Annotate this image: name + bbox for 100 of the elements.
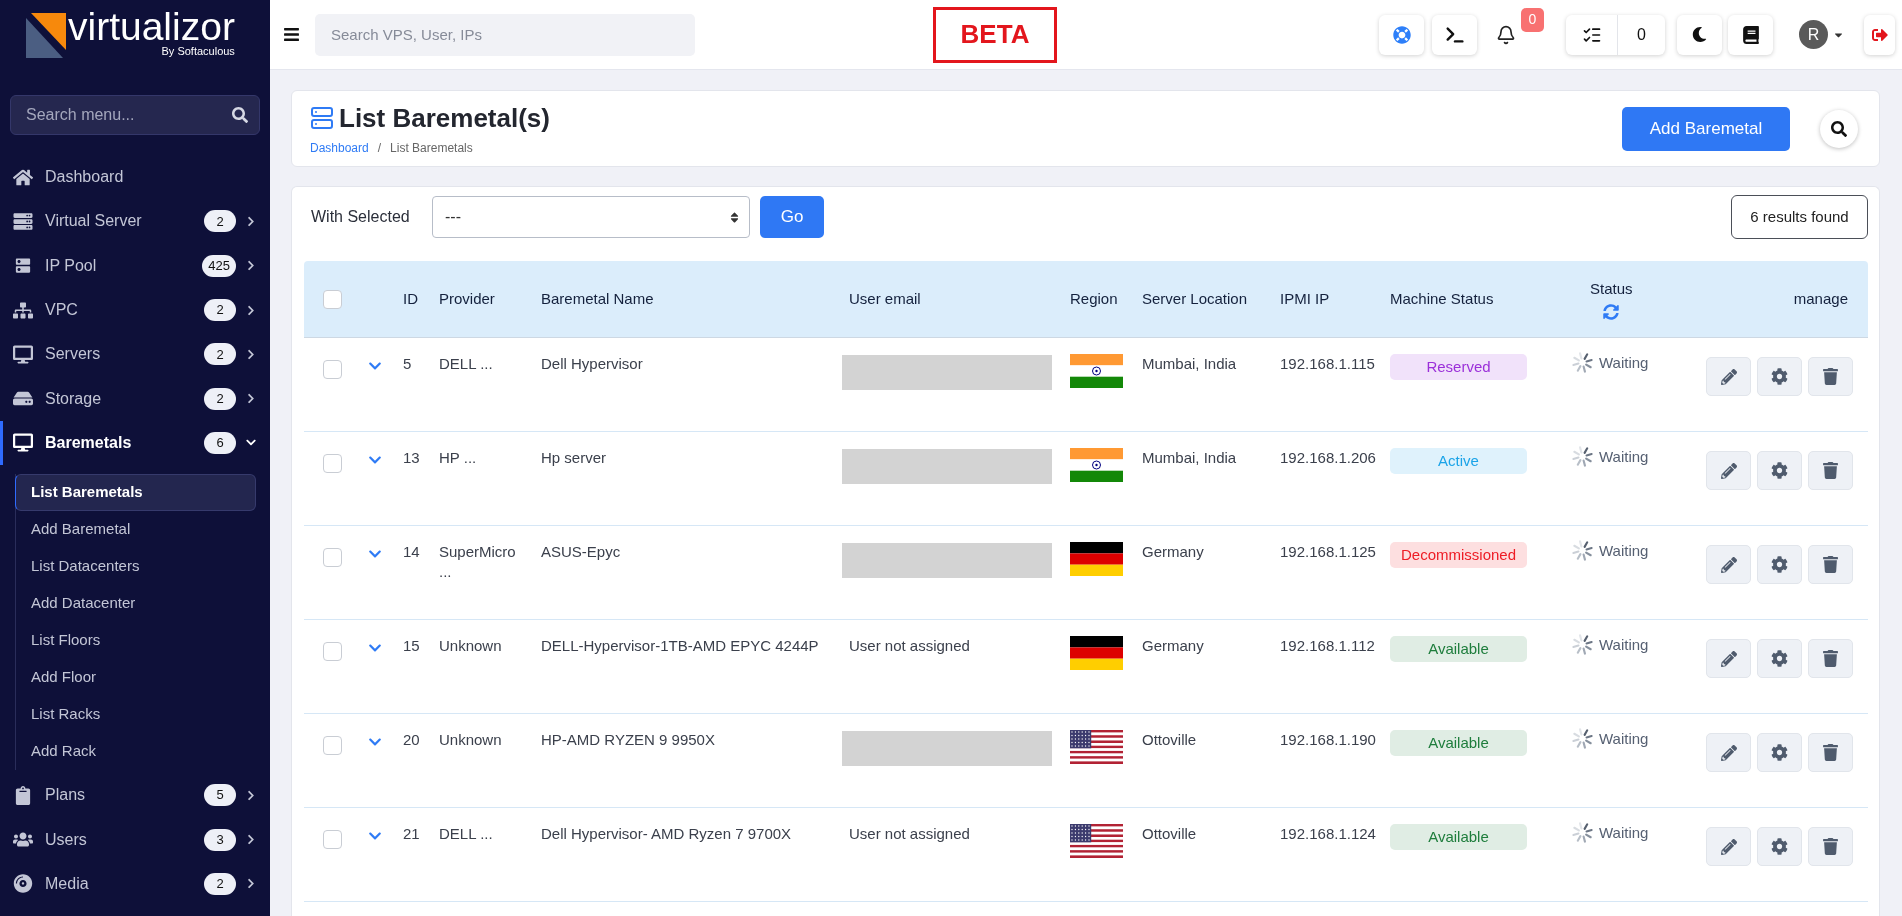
server-rack-icon (13, 256, 33, 276)
table-cell: 13 (403, 449, 420, 466)
delete-button[interactable] (1808, 733, 1853, 772)
sort-icon (730, 210, 739, 224)
search-field[interactable]: Search VPS, User, IPs (315, 13, 695, 56)
trash-icon (1823, 368, 1838, 385)
server-icon (310, 105, 334, 130)
column-header: Machine Status (1390, 289, 1494, 307)
with-selected-label: With Selected (311, 207, 411, 227)
checkbox[interactable] (323, 454, 342, 473)
sidebar-item[interactable]: Storage 2 (0, 376, 270, 421)
machine-status-tag: Available (1390, 636, 1527, 662)
column-header: Server Location (1142, 289, 1248, 307)
flag-icon (1070, 448, 1123, 482)
bulk-action-select[interactable]: --- (432, 196, 750, 238)
submenu-item[interactable]: Add Floor (16, 659, 256, 697)
submenu-item[interactable]: List Floors (16, 622, 256, 660)
table-cell: 192.168.1.112 (1280, 637, 1375, 654)
sidebar-item[interactable]: Plans 5 (0, 773, 270, 818)
bell-icon[interactable] (1496, 24, 1516, 45)
add-baremetal-button[interactable]: Add Baremetal (1622, 106, 1790, 151)
status-text: Waiting (1599, 540, 1649, 561)
table-cell: 192.168.1.124 (1280, 825, 1376, 842)
clipboard-icon (13, 785, 33, 805)
logout-button[interactable] (1864, 14, 1895, 55)
delete-button[interactable] (1808, 827, 1853, 866)
edit-button[interactable] (1706, 639, 1751, 678)
checkbox[interactable] (323, 548, 342, 567)
checkbox[interactable] (323, 642, 342, 661)
notification-count: 0 (1521, 7, 1544, 32)
edit-button[interactable] (1706, 451, 1751, 490)
edit-button[interactable] (1706, 733, 1751, 772)
table-cell: 192.168.1.115 (1280, 355, 1375, 372)
delete-button[interactable] (1808, 357, 1853, 396)
table-cell: Germany (1142, 637, 1204, 654)
column-header: ID (403, 289, 418, 307)
table-cell: 192.168.1.206 (1280, 449, 1376, 466)
table-cell: Dell Hypervisor (541, 355, 643, 372)
settings-button[interactable] (1757, 639, 1802, 678)
table-cell: Mumbai, India (1142, 355, 1237, 372)
sitemap-icon (13, 300, 33, 320)
machine-status-tag: Available (1390, 730, 1527, 756)
menu-icon[interactable] (283, 26, 300, 43)
edit-button[interactable] (1706, 545, 1751, 584)
docs-button[interactable] (1728, 14, 1773, 55)
flag-icon (1070, 730, 1123, 764)
moon-icon (1692, 27, 1707, 42)
sidebar-item[interactable]: Media 2 (0, 861, 270, 906)
submenu-item[interactable]: Add Rack (16, 733, 256, 771)
menu-search-field[interactable]: Search menu... (10, 95, 260, 135)
checkbox[interactable] (323, 360, 342, 379)
menu-count: 425 (202, 254, 236, 277)
table-cell: 14 (403, 543, 420, 560)
theme-toggle-button[interactable] (1677, 14, 1722, 55)
table-cell: ASUS-Epyc (541, 543, 621, 560)
go-button[interactable]: Go (760, 196, 824, 238)
user-avatar[interactable]: R (1799, 20, 1828, 49)
search-button[interactable] (1820, 109, 1858, 148)
table-cell: DELL-Hypervisor-1TB-AMD EPYC 4244P (541, 637, 819, 654)
submenu-item[interactable]: List Racks (16, 696, 256, 734)
checkbox[interactable] (323, 289, 342, 309)
terminal-button[interactable] (1432, 14, 1477, 55)
submenu-item[interactable]: List Baremetals (15, 474, 256, 512)
menu-count: 6 (204, 431, 236, 454)
refresh-icon[interactable] (1603, 303, 1620, 320)
submenu-item[interactable]: Add Datacenter (16, 585, 256, 623)
delete-button[interactable] (1808, 451, 1853, 490)
sidebar-item[interactable]: Users 3 (0, 817, 270, 862)
table-cell: Germany (1142, 543, 1204, 560)
sidebar-item[interactable]: IP Pool 425 (0, 243, 270, 288)
checkbox[interactable] (323, 830, 342, 849)
breadcrumb-link[interactable]: Dashboard (310, 139, 369, 156)
home-icon (13, 167, 33, 187)
settings-button[interactable] (1757, 827, 1802, 866)
sidebar-item[interactable]: VPC 2 (0, 287, 270, 333)
settings-button[interactable] (1757, 545, 1802, 584)
gear-icon (1771, 556, 1788, 573)
delete-button[interactable] (1808, 639, 1853, 678)
table-cell: User not assigned (849, 825, 970, 842)
column-header: Status (1590, 279, 1633, 300)
search-icon (232, 107, 248, 123)
settings-button[interactable] (1757, 451, 1802, 490)
table-cell: 192.168.1.125 (1280, 543, 1376, 560)
settings-button[interactable] (1757, 733, 1802, 772)
pencil-icon (1720, 462, 1737, 479)
settings-button[interactable] (1757, 357, 1802, 396)
gear-icon (1771, 744, 1788, 761)
status-text: Waiting (1599, 352, 1649, 373)
delete-button[interactable] (1808, 545, 1853, 584)
submenu-item[interactable]: Add Baremetal (16, 511, 256, 549)
edit-button[interactable] (1706, 827, 1751, 866)
sidebar-item[interactable]: Dashboard (0, 155, 270, 200)
edit-button[interactable] (1706, 357, 1751, 396)
tasks-button[interactable]: 0 (1566, 14, 1665, 55)
submenu-item[interactable]: List Datacenters (16, 548, 256, 586)
sidebar-item[interactable]: Virtual Server 2 (0, 199, 270, 244)
checkbox[interactable] (323, 736, 342, 755)
support-button[interactable] (1379, 14, 1424, 55)
column-header: manage (1793, 288, 1848, 309)
sidebar-item[interactable]: Servers 2 (0, 332, 270, 377)
